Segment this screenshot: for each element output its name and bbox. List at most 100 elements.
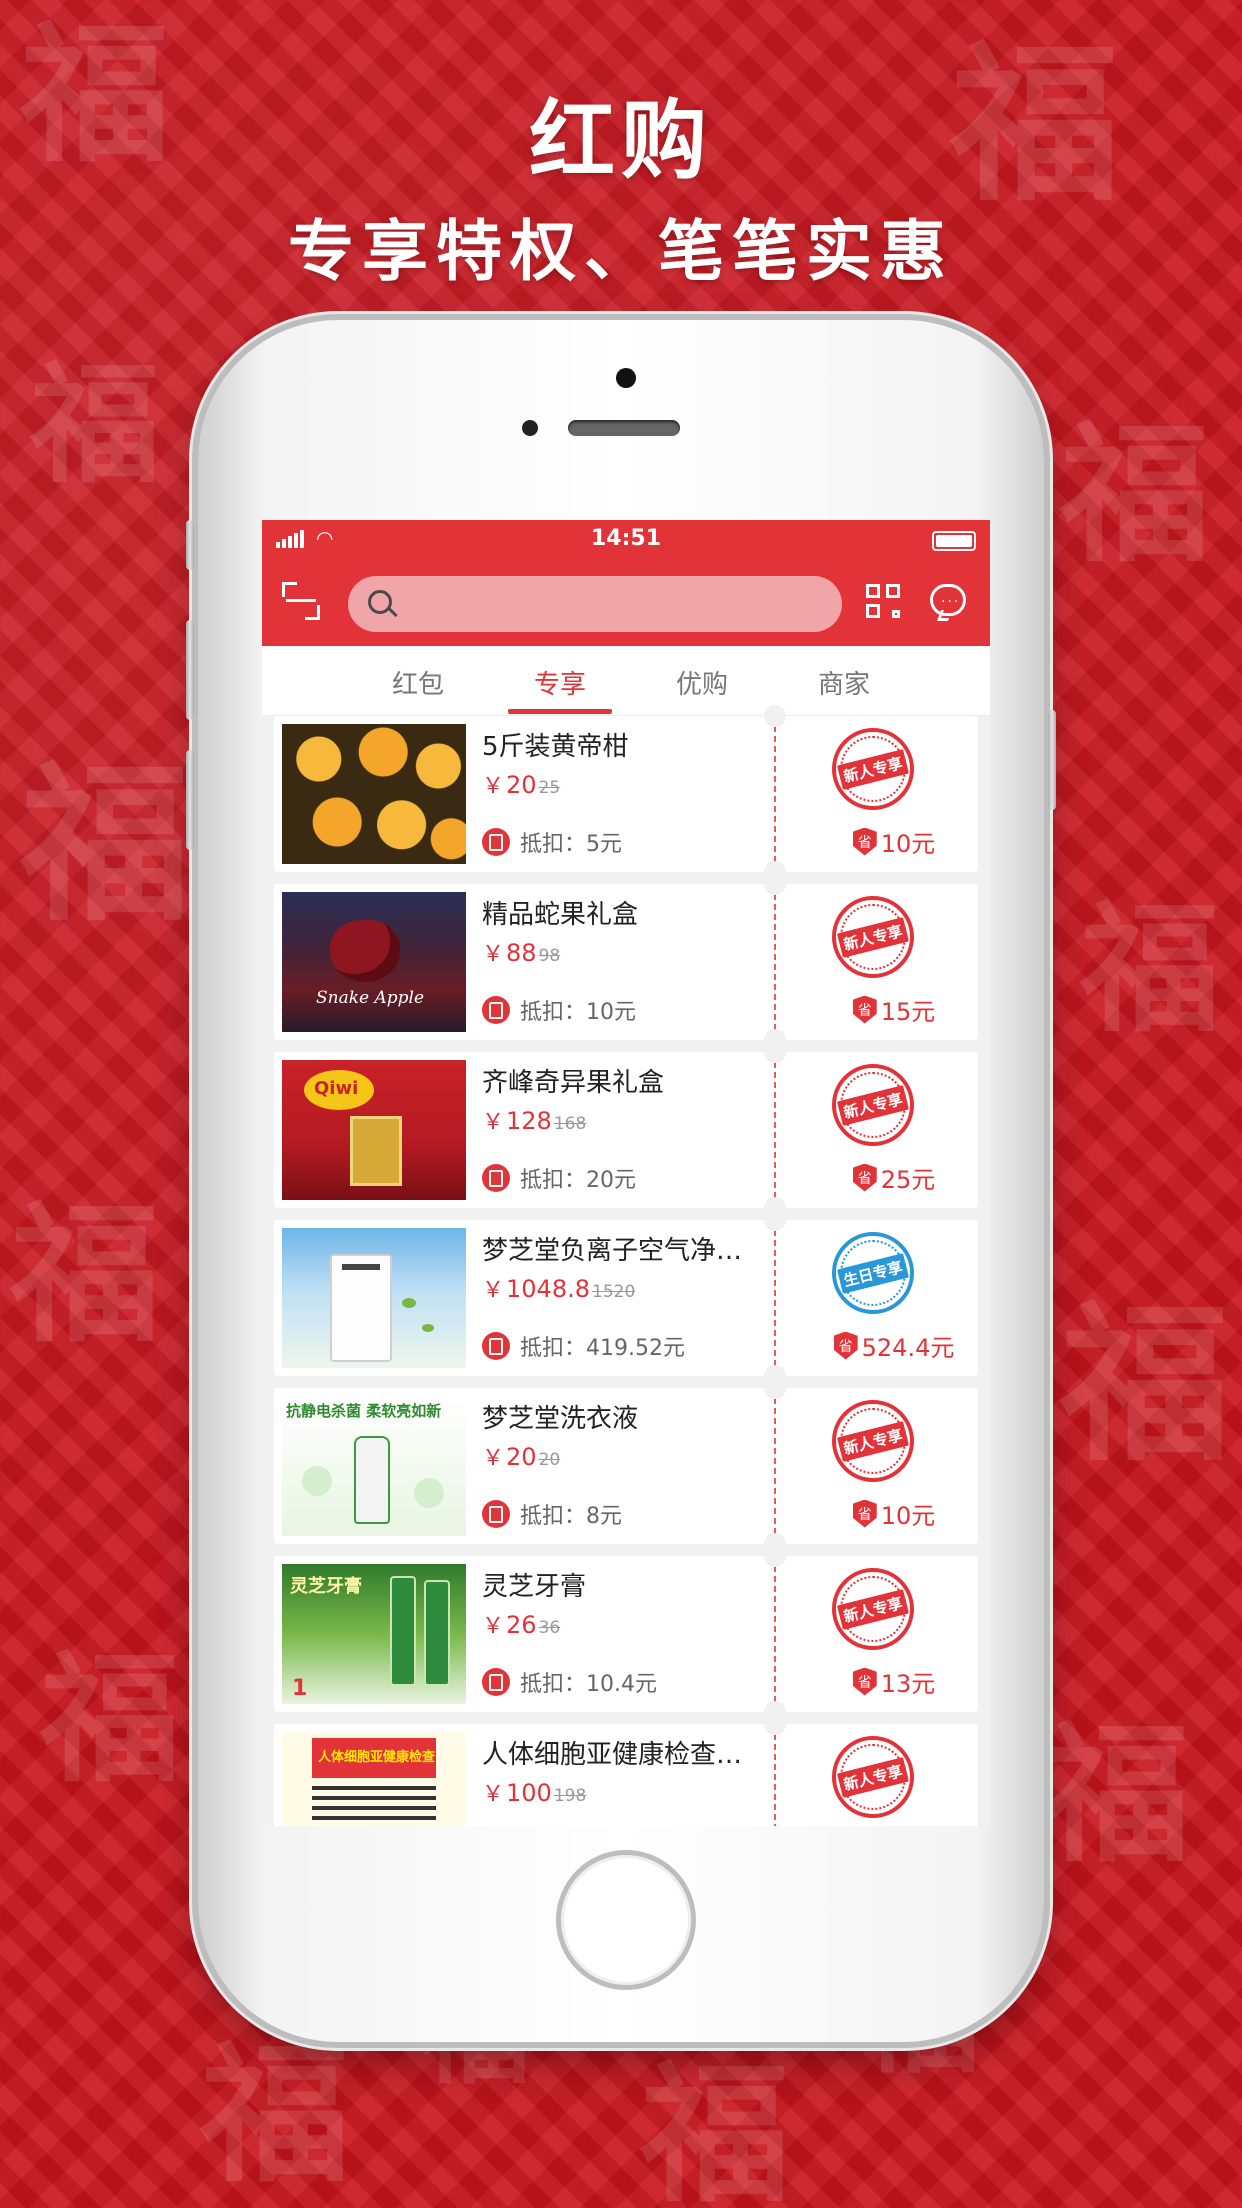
product-card[interactable]: 人体细胞亚健康检查 人体细胞亚健康检查… ￥100 198 新人专享 (274, 1713, 978, 1826)
product-price: ￥1048.8 1520 (482, 1275, 636, 1303)
product-thumbnail: 抗静电杀菌 柔软亮如新 (282, 1396, 466, 1536)
product-title: 灵芝牙膏 (482, 1572, 587, 1602)
earpiece-speaker (568, 420, 680, 436)
deduction: 抵扣： 419.52元 (482, 1330, 685, 1362)
voucher-icon (482, 996, 510, 1024)
front-camera (616, 368, 636, 388)
dashed-divider (774, 1220, 776, 1376)
savings: 省 13元 (794, 1664, 990, 1699)
volume-up-button (186, 620, 194, 720)
mute-switch (186, 520, 194, 570)
tab-shangjia[interactable]: 商家 (794, 664, 894, 701)
product-card[interactable]: Qiwi 齐峰奇异果礼盒 ￥128 168 抵扣： 20元 新人专享 省 25元 (274, 1041, 978, 1219)
new-user-stamp-icon: 新人专享 (832, 896, 914, 978)
savings: 省 10元 (794, 824, 990, 859)
product-thumbnail: Qiwi (282, 1060, 466, 1200)
new-user-stamp-icon: 新人专享 (832, 1064, 914, 1146)
product-title: 精品蛇果礼盒 (482, 900, 639, 930)
product-price: ￥20 20 (482, 1443, 561, 1471)
phone-frame: ◠ 14:51 ··· 红包 专享 优购 商家 5斤装黄帝柑 ￥20 25 抵扣… (186, 320, 1056, 2042)
dashed-divider (774, 716, 776, 872)
product-price: ￥20 25 (482, 771, 561, 799)
deduction: 抵扣： 10元 (482, 994, 636, 1026)
dashed-divider (774, 884, 776, 1040)
save-shield-icon: 省 (852, 1499, 877, 1528)
voucher-icon (482, 1332, 510, 1360)
product-thumbnail: 人体细胞亚健康检查 (282, 1732, 466, 1826)
product-card[interactable]: 抗静电杀菌 柔软亮如新 梦芝堂洗衣液 ￥20 20 抵扣： 8元 新人专享 省 10元 (274, 1377, 978, 1555)
scan-icon[interactable] (282, 582, 320, 620)
search-input[interactable] (408, 584, 828, 624)
product-title: 齐峰奇异果礼盒 (482, 1068, 665, 1098)
tab-yougou[interactable]: 优购 (652, 664, 752, 701)
deduction: 抵扣： 20元 (482, 1162, 636, 1194)
product-card[interactable]: 灵芝牙膏 1 灵芝牙膏 ￥26 36 抵扣： 10.4元 新人专享 省 13元 (274, 1545, 978, 1723)
product-thumbnail (282, 724, 466, 864)
tab-hongbao[interactable]: 红包 (368, 664, 468, 701)
home-button[interactable] (556, 1850, 696, 1990)
original-price: 20 (538, 1450, 561, 1470)
product-thumbnail: 灵芝牙膏 1 (282, 1564, 466, 1704)
active-tab-indicator (508, 709, 612, 714)
dashed-divider (774, 1556, 776, 1712)
volume-down-button (186, 750, 194, 850)
search-header: ··· (262, 560, 990, 646)
new-user-stamp-icon: 新人专享 (832, 1400, 914, 1482)
product-price: ￥26 36 (482, 1611, 561, 1639)
battery-icon (932, 531, 976, 551)
savings: 省 15元 (794, 992, 990, 1027)
product-title: 5斤装黄帝柑 (482, 732, 629, 762)
promo-title: 红购 (529, 90, 713, 191)
voucher-icon (482, 1668, 510, 1696)
product-card[interactable]: 梦芝堂负离子空气净化器 ￥1048.8 1520 抵扣： 419.52元 生日专享 … (274, 1209, 978, 1387)
dashed-divider (774, 1724, 776, 1826)
savings: 省 25元 (794, 1160, 990, 1195)
dashed-divider (774, 1052, 776, 1208)
product-thumbnail (282, 1228, 466, 1368)
product-title: 梦芝堂洗衣液 (482, 1404, 639, 1434)
search-icon (368, 590, 392, 614)
air-purifier-icon (330, 1254, 392, 1362)
product-thumbnail: Snake Apple (282, 892, 466, 1032)
save-shield-icon: 省 (833, 1331, 858, 1360)
voucher-icon (482, 1164, 510, 1192)
message-icon[interactable]: ··· (930, 584, 966, 616)
new-user-stamp-icon: 新人专享 (832, 728, 914, 810)
laundry-detergent-icon (354, 1436, 390, 1524)
status-bar: ◠ 14:51 (262, 520, 990, 560)
tab-zhuanxiang[interactable]: 专享 (510, 664, 610, 701)
save-shield-icon: 省 (852, 827, 877, 856)
qr-code-icon[interactable] (866, 584, 900, 618)
save-shield-icon: 省 (852, 995, 877, 1024)
toothpaste-icon (390, 1576, 416, 1686)
product-card[interactable]: 5斤装黄帝柑 ￥20 25 抵扣： 5元 新人专享 省 10元 (274, 705, 978, 883)
original-price: 98 (538, 946, 561, 966)
deduction: 抵扣： 8元 (482, 1498, 622, 1530)
product-title: 梦芝堂负离子空气净化器 (482, 1236, 752, 1266)
deduction: 抵扣： 5元 (482, 826, 622, 858)
product-price: ￥88 98 (482, 939, 561, 967)
proximity-sensor (522, 420, 538, 436)
product-list: 5斤装黄帝柑 ￥20 25 抵扣： 5元 新人专享 省 10元 Snake Apple… (262, 705, 990, 1826)
original-price: 36 (538, 1618, 561, 1638)
promo-subtitle: 专享特权、笔笔实惠 (288, 212, 954, 290)
original-price: 25 (538, 778, 561, 798)
product-title: 人体细胞亚健康检查… (482, 1740, 743, 1770)
birthday-stamp-icon: 生日专享 (832, 1232, 914, 1314)
product-price: ￥100 198 (482, 1779, 587, 1807)
voucher-icon (482, 828, 510, 856)
search-box[interactable] (348, 576, 842, 632)
voucher-icon (482, 1500, 510, 1528)
new-user-stamp-icon: 新人专享 (832, 1736, 914, 1818)
apple-giftbox-icon (330, 920, 400, 982)
save-shield-icon: 省 (852, 1667, 877, 1696)
power-button (1048, 710, 1056, 810)
app-screen: ◠ 14:51 ··· 红包 专享 优购 商家 5斤装黄帝柑 ￥20 25 抵扣… (262, 520, 990, 1826)
original-price: 1520 (592, 1282, 636, 1302)
savings: 省 10元 (794, 1496, 990, 1531)
product-card[interactable]: Snake Apple 精品蛇果礼盒 ￥88 98 抵扣： 10元 新人专享 省 15… (274, 873, 978, 1051)
savings: 省 524.4元 (794, 1328, 990, 1363)
category-tabs: 红包 专享 优购 商家 (262, 646, 990, 716)
save-shield-icon: 省 (852, 1163, 877, 1192)
status-time: 14:51 (590, 526, 662, 551)
